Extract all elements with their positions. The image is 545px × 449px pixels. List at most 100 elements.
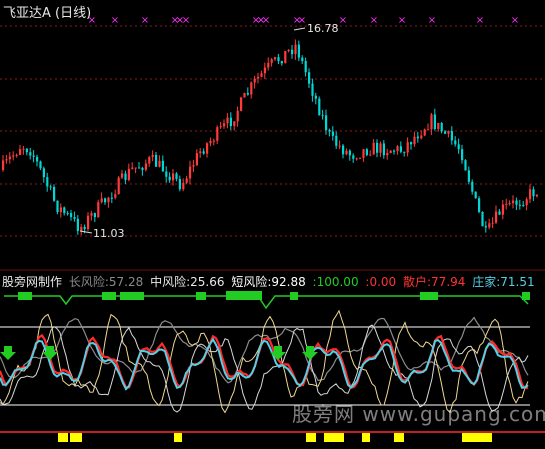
candle-body	[365, 149, 368, 156]
candle-body	[444, 131, 447, 134]
candle-body	[342, 145, 345, 155]
signal-block	[394, 433, 404, 442]
signal-block	[486, 433, 492, 442]
candle-body	[335, 135, 338, 146]
candle-body	[93, 213, 96, 218]
price-and-indicator-chart[interactable]: × × × ××× ××× ×× × × × × × × 16.7811.03	[0, 0, 545, 445]
candle-body	[260, 73, 263, 77]
candle-body	[219, 126, 222, 128]
candle-body	[338, 145, 341, 147]
candle-body	[131, 167, 134, 169]
green-block	[120, 292, 144, 300]
candle-body	[141, 167, 144, 170]
candle-body	[505, 203, 508, 205]
candle-body	[104, 198, 107, 203]
candle-body	[59, 207, 62, 213]
short-risk-value: 短风险:92.88	[231, 275, 306, 289]
x-marker: ×	[262, 15, 270, 26]
candle-body	[97, 202, 100, 218]
candle-body	[15, 154, 18, 156]
candle-body	[107, 197, 110, 203]
candle-body	[481, 211, 484, 227]
candle-body	[5, 159, 8, 161]
chart-window: × × × × × × × × × × × × × × × × × 16.78 11.03 飞亚达A (日线) 股…	[0, 0, 545, 445]
candle-body	[236, 110, 239, 122]
green-band-line	[4, 295, 529, 310]
candle-body	[420, 135, 423, 139]
candle-body	[386, 152, 389, 156]
candle-body	[144, 163, 147, 170]
candle-body	[148, 157, 151, 164]
candle-body	[192, 165, 195, 167]
candle-body	[121, 173, 124, 178]
candle-body	[440, 122, 443, 132]
candle-body	[90, 213, 93, 216]
x-marker: ×	[141, 15, 149, 26]
candle-body	[199, 151, 202, 154]
candle-body	[165, 171, 168, 177]
x-marker: ×	[339, 15, 347, 26]
long-risk-value: 长风险:57.28	[68, 275, 144, 289]
signal-block	[362, 433, 370, 442]
candle-body	[100, 198, 103, 203]
signal-block	[58, 433, 68, 442]
candle-body	[240, 97, 243, 111]
green-block	[522, 292, 530, 300]
x-marker: ×	[428, 15, 436, 26]
candle-body	[56, 200, 59, 213]
candle-body	[328, 129, 331, 132]
candle-body	[345, 150, 348, 155]
candle-body	[308, 72, 311, 84]
candle-body	[267, 62, 270, 68]
candle-body	[512, 200, 515, 204]
green-block	[290, 292, 298, 300]
candle-body	[73, 217, 76, 219]
candle-body	[501, 204, 504, 215]
candle-body	[396, 146, 399, 152]
candle-body	[161, 160, 164, 172]
green-block	[196, 292, 206, 300]
candle-body	[478, 198, 481, 212]
signal-block	[306, 433, 316, 442]
indicator-legend: 股旁网制作 长风险:57.28 中风险:25.66 短风险:92.88 :100…	[2, 273, 538, 290]
candle-body	[399, 146, 402, 152]
x-marker: ×	[370, 15, 378, 26]
candle-body	[515, 200, 518, 205]
candle-body	[189, 166, 192, 179]
candle-body	[461, 149, 464, 161]
candle-body	[416, 136, 419, 139]
candle-body	[178, 178, 181, 190]
high-arrow	[293, 27, 306, 31]
candle-body	[474, 191, 477, 199]
candle-body	[389, 150, 392, 153]
candle-body	[175, 173, 178, 179]
green-block	[102, 292, 116, 300]
candle-body	[42, 168, 45, 178]
candle-body	[124, 173, 127, 180]
candle-body	[277, 57, 280, 62]
candle-body	[423, 129, 426, 136]
candle-body	[66, 213, 69, 215]
candle-body	[532, 189, 535, 197]
candle-body	[430, 114, 433, 130]
candle-body	[284, 51, 287, 64]
candle-body	[518, 204, 521, 206]
candle-body	[274, 57, 277, 60]
candle-body	[301, 57, 304, 62]
candle-body	[185, 178, 188, 183]
candle-body	[80, 226, 83, 231]
candle-body	[117, 177, 120, 195]
candle-body	[464, 160, 467, 171]
candle-body	[110, 197, 113, 199]
candle-body	[410, 142, 413, 145]
candle-body	[263, 67, 266, 74]
candle-body	[226, 117, 229, 124]
candle-body	[376, 142, 379, 153]
candle-body	[8, 156, 11, 160]
candle-body	[39, 161, 42, 169]
candle-body	[488, 223, 491, 228]
candle-body	[36, 156, 39, 162]
candle-body	[49, 186, 52, 188]
stock-title: 飞亚达A (日线)	[3, 6, 92, 21]
candle-body	[457, 144, 460, 150]
